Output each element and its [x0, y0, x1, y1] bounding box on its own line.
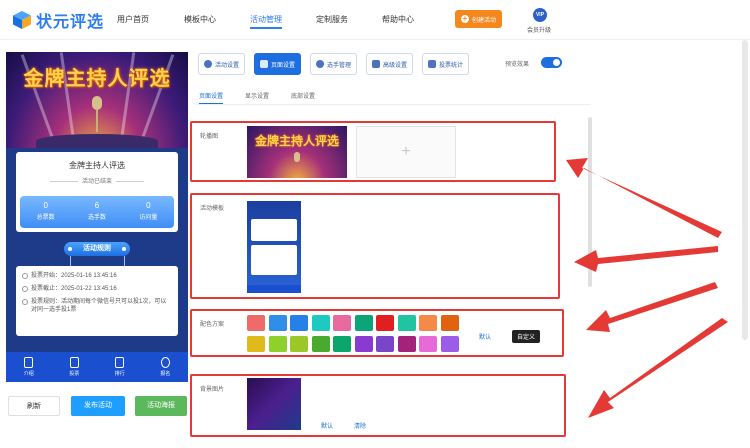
arrow-to-color-scheme [586, 282, 718, 332]
arrow-to-background [588, 318, 728, 418]
arrow-to-carousel [566, 158, 722, 238]
arrow-to-template [574, 246, 718, 272]
page-root: 状元评选 用户首页 模板中心 活动管理 定制服务 帮助中心 + 创建活动 VIP… [0, 0, 750, 448]
annotation-arrows [566, 158, 728, 418]
